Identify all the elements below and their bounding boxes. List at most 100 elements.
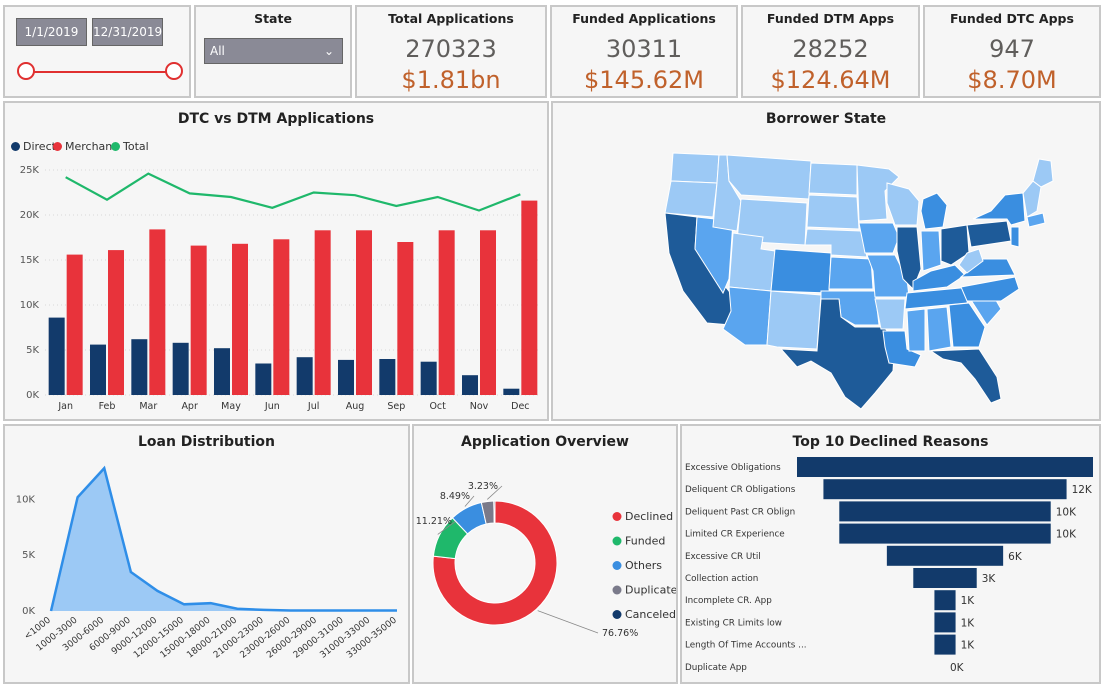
state-dropdown[interactable]: All ⌄ xyxy=(204,38,343,64)
declined-reasons-chart: Excessive Obligations Deliquent CR Obliga… xyxy=(685,457,1093,674)
legend-label: Others xyxy=(625,559,662,572)
state-shape[interactable] xyxy=(972,192,1026,226)
x-tick-label: May xyxy=(221,401,241,412)
x-tick-label: Jan xyxy=(57,401,73,412)
state-shape[interactable] xyxy=(670,152,720,184)
state-shape[interactable] xyxy=(828,256,874,290)
state-shape[interactable] xyxy=(920,192,948,230)
bar-merchant xyxy=(149,229,166,395)
bar-direct xyxy=(172,342,189,395)
date-range-track[interactable] xyxy=(29,71,179,73)
y-tick-label: 20K xyxy=(20,210,40,221)
state-shape[interactable] xyxy=(808,162,858,196)
bar-merchant xyxy=(66,254,83,395)
us-state-map[interactable] xyxy=(553,103,1099,419)
x-tick-label: Sep xyxy=(387,401,405,412)
bar-direct xyxy=(90,344,106,395)
y-tick-label: 5K xyxy=(22,550,35,561)
x-tick-label: Apr xyxy=(181,401,198,412)
kpi-count: 28252 xyxy=(792,35,869,63)
bar-direct xyxy=(462,375,478,395)
state-shape[interactable] xyxy=(1032,158,1054,188)
state-shape[interactable] xyxy=(926,306,952,352)
state-shape[interactable] xyxy=(960,276,1020,302)
state-shape[interactable] xyxy=(766,290,822,350)
y-tick-label: 0K xyxy=(26,390,39,401)
state-shape[interactable] xyxy=(806,194,860,230)
data-label: 10K xyxy=(1056,529,1077,541)
bar-merchant xyxy=(314,230,331,395)
state-shape[interactable] xyxy=(664,180,718,218)
legend-swatch xyxy=(612,536,622,546)
category-label: Duplicate App xyxy=(685,663,747,673)
state-slicer-panel: State All ⌄ xyxy=(194,5,352,98)
funnel-bar xyxy=(934,612,956,633)
area-fill xyxy=(51,468,397,611)
borrower-state-panel: Borrower State xyxy=(551,101,1101,421)
legend-swatch xyxy=(612,610,622,619)
category-label: Length Of Time Accounts ... xyxy=(685,641,807,651)
kpi-title: Funded DTC Apps xyxy=(950,11,1074,26)
kpi-amount: $124.64M xyxy=(770,66,891,94)
kpi-card-funded: Funded Applications 30311 $145.62M xyxy=(550,5,738,98)
data-label: 1K xyxy=(961,595,976,607)
category-label: Incomplete CR. App xyxy=(685,596,772,606)
state-shape[interactable] xyxy=(929,348,1002,404)
legend-label: Canceled xyxy=(625,608,676,621)
state-shape[interactable] xyxy=(874,298,906,330)
bar-direct xyxy=(48,317,65,395)
state-shape[interactable] xyxy=(920,230,942,272)
state-shape[interactable] xyxy=(886,182,920,226)
kpi-card-funded-dtc: Funded DTC Apps 947 $8.70M xyxy=(923,5,1101,98)
legend-label: Duplicate xyxy=(625,584,676,597)
category-label: Deliquent CR Obligations xyxy=(685,485,796,495)
y-tick-label: 10K xyxy=(16,494,36,505)
end-date-input[interactable]: 12/31/2019 xyxy=(92,18,163,46)
x-tick-label: Dec xyxy=(511,401,529,412)
declined-reasons-panel: Top 10 Declined Reasons Excessive Obliga… xyxy=(680,424,1101,684)
state-shape[interactable] xyxy=(906,308,926,352)
loan-distribution-panel: Loan Distribution 0K 5K 10K <1000 1000-3000 3… xyxy=(3,424,410,684)
funnel-bar xyxy=(823,479,1067,500)
date-range-start-handle[interactable] xyxy=(17,62,35,80)
kpi-title: Funded Applications xyxy=(572,11,716,26)
legend-swatch xyxy=(612,512,622,521)
bar-direct xyxy=(131,339,148,395)
y-tick-label: 25K xyxy=(20,165,40,176)
state-shape[interactable] xyxy=(966,220,1012,248)
data-label: 76.76% xyxy=(602,628,638,639)
state-shape[interactable] xyxy=(770,248,832,294)
state-slicer-label: State xyxy=(254,11,292,26)
category-label: Existing CR Limits low xyxy=(685,618,782,628)
bar-direct xyxy=(296,357,313,395)
category-label: Limited CR Experience xyxy=(685,530,785,540)
x-tick-label: Jul xyxy=(307,401,319,412)
data-label: 11.21% xyxy=(416,516,452,527)
funnel-bar xyxy=(797,457,1093,477)
funnel-bar xyxy=(839,523,1051,544)
y-tick-label: 0K xyxy=(22,606,35,617)
x-tick-label: Feb xyxy=(99,401,116,412)
bar-merchant xyxy=(397,242,414,395)
funnel-bar xyxy=(934,590,956,611)
date-range-end-handle[interactable] xyxy=(165,62,183,80)
kpi-amount: $145.62M xyxy=(584,66,704,94)
state-shape[interactable] xyxy=(722,286,772,346)
x-tick-label: Jun xyxy=(264,401,280,412)
bar-direct xyxy=(503,388,520,395)
legend-swatch xyxy=(612,585,622,595)
y-tick-label: 5K xyxy=(26,345,39,356)
data-label: 1K xyxy=(961,617,976,629)
kpi-count: 30311 xyxy=(605,35,683,63)
start-date-input[interactable]: 1/1/2019 xyxy=(16,18,87,46)
state-shape[interactable] xyxy=(726,154,812,200)
x-tick-label: Oct xyxy=(429,401,446,412)
y-tick-label: 10K xyxy=(20,300,40,311)
state-shape[interactable] xyxy=(858,222,900,254)
category-label: Excessive CR Util xyxy=(685,552,761,562)
state-shape[interactable] xyxy=(1010,226,1020,248)
funnel-bar xyxy=(913,568,977,588)
bar-merchant xyxy=(232,243,248,395)
funnel-bar xyxy=(886,545,1004,566)
state-shape[interactable] xyxy=(1022,180,1042,218)
